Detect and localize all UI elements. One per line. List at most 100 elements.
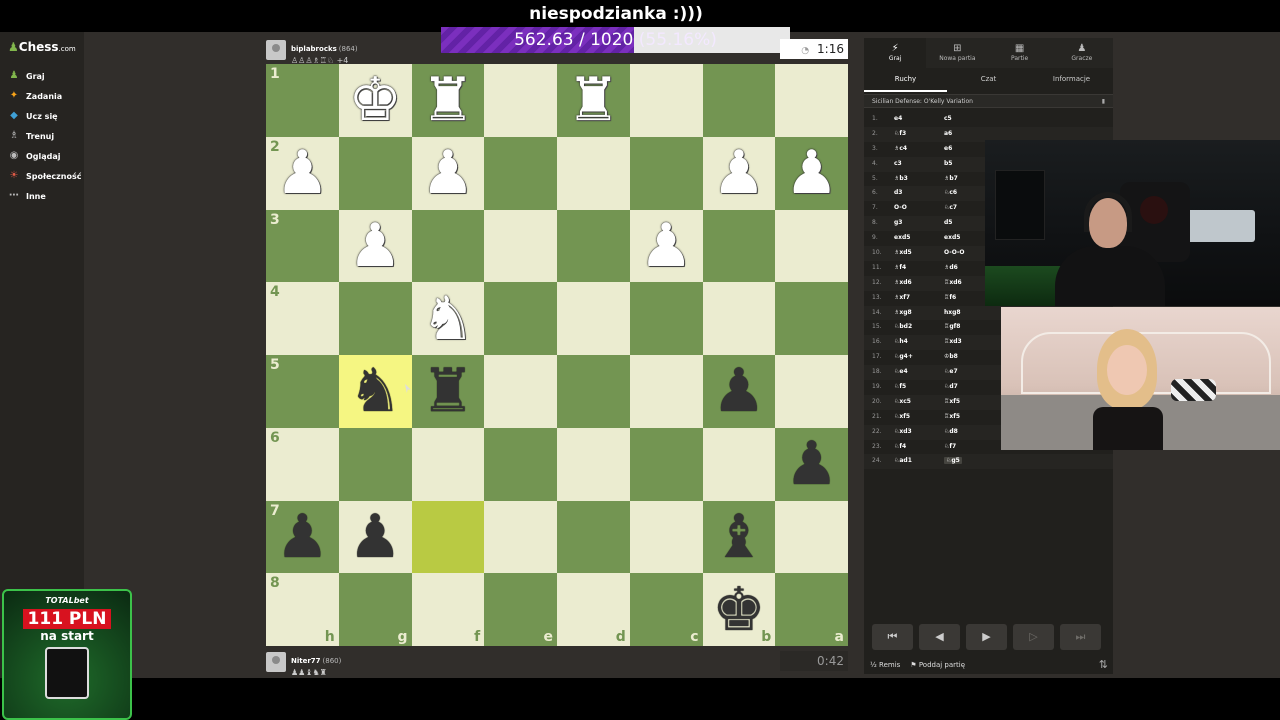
white-move[interactable]: ♘ad1 (894, 454, 944, 469)
square-b5[interactable]: ♟ (702, 355, 776, 428)
square-c1[interactable] (629, 64, 703, 137)
square-b2[interactable]: ♟ (702, 136, 776, 210)
sidebar-item-learn[interactable]: ◆ Ucz się (8, 106, 81, 126)
square-c5[interactable] (629, 355, 703, 428)
square-g4[interactable] (338, 282, 412, 355)
sidebar-item-puzzles[interactable]: ✦ Zadania (8, 86, 81, 106)
avatar[interactable] (266, 40, 286, 60)
square-g2[interactable] (338, 136, 412, 210)
white-move[interactable]: O-O (894, 201, 944, 216)
white-move[interactable]: exd5 (894, 231, 944, 246)
square-f2[interactable]: ♟ (411, 136, 485, 210)
square-e4[interactable] (484, 282, 557, 355)
square-e8[interactable]: e (484, 573, 557, 646)
opening-name[interactable]: Sicilian Defense: O'Kelly Variation ▮ (864, 94, 1113, 108)
white-move[interactable]: e4 (894, 112, 944, 127)
black-move[interactable]: ♖xd3 (944, 335, 994, 350)
white-move[interactable]: ♘xc5 (894, 395, 944, 410)
sidebar-item-train[interactable]: ♗ Trenuj (8, 126, 81, 146)
black-pawn-icon[interactable]: ♟ (275, 507, 329, 567)
square-d1[interactable]: ♜ (557, 64, 630, 137)
square-g6[interactable] (338, 427, 412, 501)
prev-move-button[interactable]: ◀ (919, 624, 960, 650)
square-c7[interactable] (629, 500, 703, 574)
sidebar-item-play[interactable]: ♟ Graj (8, 66, 81, 86)
square-a1[interactable] (775, 64, 848, 137)
white-pawn-icon[interactable]: ♟ (275, 143, 329, 203)
square-c8[interactable]: c (629, 573, 703, 646)
square-a7[interactable] (775, 500, 848, 574)
white-move[interactable]: g3 (894, 216, 944, 231)
square-f7[interactable] (411, 500, 485, 574)
square-a8[interactable]: a (775, 573, 848, 646)
square-b3[interactable] (702, 209, 776, 283)
square-e2[interactable] (484, 136, 557, 210)
play-button[interactable]: ▶ (966, 624, 1007, 650)
black-pawn-icon[interactable]: ♟ (712, 361, 766, 421)
square-h2[interactable]: 2 ♟ (266, 136, 339, 210)
square-a6[interactable]: ♟ (775, 427, 848, 501)
square-f6[interactable] (411, 427, 485, 501)
black-pawn-icon[interactable]: ♟ (785, 434, 839, 494)
square-g1[interactable]: ♚ (338, 64, 412, 137)
tab-moves[interactable]: Ruchy (864, 72, 947, 92)
square-f1[interactable]: ♜ (411, 64, 485, 137)
white-pawn-icon[interactable]: ♟ (348, 216, 402, 276)
square-b7[interactable]: ♝ (702, 500, 776, 574)
square-a3[interactable] (775, 209, 848, 283)
black-move[interactable]: ♘d8 (944, 425, 994, 440)
chess-board[interactable]: 1 ♚ ♜ ♜ 2 ♟ ♟ ♟ ♟ 3 ♟ ♟ 4 ♞ 5 ♞ ♜ ♟ 6 ♟ 7 ♟ ♟ ♝ 8 h g f e d c b ♚ a (266, 64, 848, 646)
black-move[interactable]: ♖xf5 (944, 410, 994, 425)
black-move[interactable]: ♖xf5 (944, 395, 994, 410)
black-move[interactable]: ♖gf8 (944, 320, 994, 335)
white-king-icon[interactable]: ♚ (348, 70, 402, 130)
last-move-button[interactable]: ⏭ (1060, 624, 1101, 650)
square-d6[interactable] (557, 427, 630, 501)
square-d3[interactable] (557, 209, 630, 283)
square-a2[interactable]: ♟ (775, 136, 848, 210)
square-h7[interactable]: 7 ♟ (266, 500, 339, 574)
square-h1[interactable]: 1 (266, 64, 339, 137)
next-move-button[interactable]: ▷ (1013, 624, 1054, 650)
white-pawn-icon[interactable]: ♟ (639, 216, 693, 276)
square-f8[interactable]: f (411, 573, 485, 646)
square-e5[interactable] (484, 355, 557, 428)
sidebar-item-community[interactable]: ☀ Społeczność (8, 166, 82, 186)
tab-play[interactable]: ⚡ Graj (864, 38, 927, 68)
white-move[interactable]: ♘f5 (894, 380, 944, 395)
white-move[interactable]: ♘xf5 (894, 410, 944, 425)
flip-board-icon[interactable]: ⇅ (1099, 658, 1108, 672)
resign-button[interactable]: ⚑ Poddaj partię (910, 658, 965, 672)
player-name[interactable]: Niter77 (291, 657, 321, 665)
draw-button[interactable]: ½ Remis (870, 658, 900, 672)
sidebar-item-more[interactable]: ⋯ Inne (8, 186, 81, 206)
square-b4[interactable] (702, 282, 776, 355)
chess-logo[interactable]: ♟Chess.com (8, 40, 76, 54)
white-move[interactable]: ♗xd6 (894, 276, 944, 291)
sponsor-ad[interactable]: TOTALbet 111 PLN na start (2, 589, 132, 720)
black-move[interactable]: ♔b8 (944, 350, 994, 365)
square-c3[interactable]: ♟ (629, 209, 703, 283)
square-d8[interactable]: d (557, 573, 630, 646)
black-move[interactable]: ♘f7 (944, 440, 994, 455)
black-rook-icon[interactable]: ♜ (421, 361, 475, 421)
white-move[interactable]: ♘g4+ (894, 350, 944, 365)
square-b1[interactable] (702, 64, 776, 137)
white-rook-icon[interactable]: ♜ (566, 70, 620, 130)
white-pawn-icon[interactable]: ♟ (712, 143, 766, 203)
white-move[interactable]: ♗xg8 (894, 306, 944, 321)
square-f4[interactable]: ♞ (411, 282, 485, 355)
white-knight-icon[interactable]: ♞ (421, 289, 475, 349)
white-move[interactable]: ♗b3 (894, 172, 944, 187)
black-king-icon[interactable]: ♚ (712, 580, 766, 640)
square-h8[interactable]: 8h (266, 573, 339, 646)
black-pawn-icon[interactable]: ♟ (348, 507, 402, 567)
square-g5[interactable]: ♞ (338, 355, 412, 428)
square-f5[interactable]: ♜ (411, 355, 485, 428)
square-a5[interactable] (775, 355, 848, 428)
first-move-button[interactable]: ⏮ (872, 624, 913, 650)
white-move[interactable]: ♘f4 (894, 440, 944, 455)
white-rook-icon[interactable]: ♜ (421, 70, 475, 130)
white-pawn-icon[interactable]: ♟ (785, 143, 839, 203)
white-move[interactable]: ♗xf7 (894, 291, 944, 306)
